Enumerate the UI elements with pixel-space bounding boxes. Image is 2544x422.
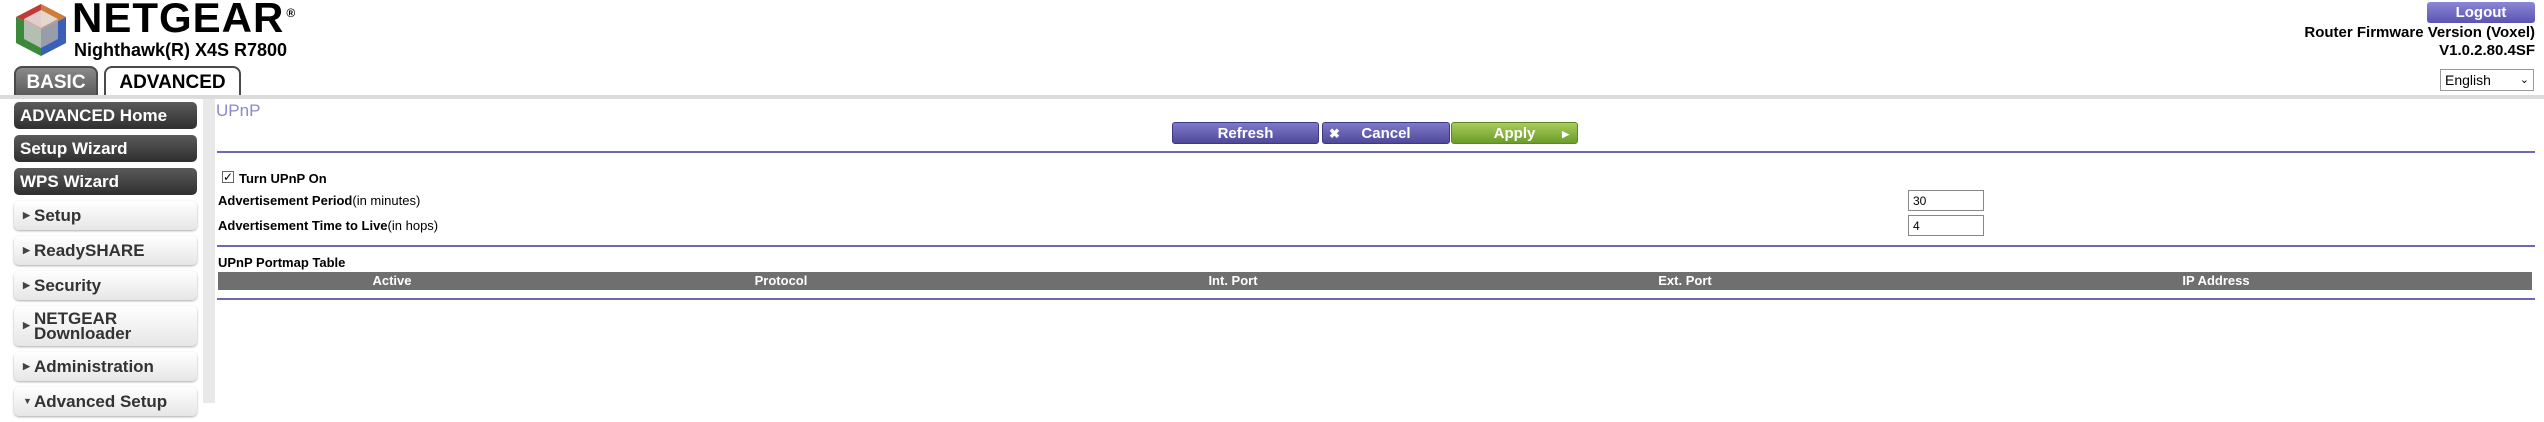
language-value: English (2445, 72, 2491, 88)
column-header-ip-address: IP Address (2182, 273, 2250, 288)
section-divider (217, 298, 2535, 300)
header-divider (0, 95, 2544, 99)
advertisement-period-label: Advertisement Period(in minutes) (218, 193, 420, 208)
sidebar-section-advanced-setup[interactable]: ▼ Advanced Setup (14, 387, 197, 416)
sidebar-section-readyshare[interactable]: ▶ ReadySHARE (14, 236, 197, 265)
caret-right-icon: ▶ (23, 210, 30, 220)
tab-advanced[interactable]: ADVANCED (104, 66, 241, 97)
turn-upnp-on-label: Turn UPnP On (239, 171, 327, 186)
refresh-button[interactable]: Refresh (1172, 122, 1319, 144)
sidebar-section-label: ReadySHARE (34, 241, 145, 260)
cancel-button[interactable]: ✖ Cancel (1322, 122, 1450, 144)
portmap-table-title: UPnP Portmap Table (218, 255, 346, 270)
caret-right-icon: ▶ (23, 245, 30, 255)
caret-right-icon: ▶ (23, 280, 30, 290)
language-select[interactable]: English ⌄ (2440, 69, 2534, 91)
sidebar-section-setup[interactable]: ▶ Setup (14, 201, 197, 230)
sidebar-item-wps-wizard[interactable]: WPS Wizard (14, 168, 197, 195)
sidebar-section-label: Setup (34, 206, 82, 225)
firmware-label: Router Firmware Version (Voxel) (2304, 24, 2535, 41)
sidebar-section-netgear-downloader[interactable]: ▶ NETGEAR Downloader (14, 306, 197, 346)
firmware-version: V1.0.2.80.4SF (2439, 42, 2535, 59)
page-title: UPnP (216, 101, 261, 120)
turn-upnp-on-checkbox[interactable]: ✓ (222, 171, 234, 183)
sidebar-section-administration[interactable]: ▶ Administration (14, 352, 197, 381)
column-header-ext-port: Ext. Port (1658, 273, 1712, 288)
sidebar-item-advanced-home[interactable]: ADVANCED Home (14, 102, 197, 129)
logout-button[interactable]: Logout (2427, 2, 2535, 23)
brand-name: NETGEAR ® (72, 0, 297, 41)
column-header-int-port: Int. Port (1208, 273, 1258, 288)
sidebar-item-setup-wizard[interactable]: Setup Wizard (14, 135, 197, 162)
column-header-active: Active (372, 273, 412, 288)
sidebar-section-label: Advanced Setup (34, 392, 168, 411)
column-header-protocol: Protocol (754, 273, 808, 288)
apply-button[interactable]: Apply ▶ (1451, 122, 1578, 144)
netgear-logo-icon (16, 4, 66, 56)
sidebar-section-security[interactable]: ▶ Security (14, 271, 197, 300)
section-divider (217, 245, 2535, 247)
advertisement-ttl-unit: (in hops) (387, 218, 439, 233)
advertisement-ttl-title: Advertisement Time to Live (218, 218, 388, 233)
caret-down-icon: ▼ (23, 396, 32, 406)
portmap-table-header: Active Protocol Int. Port Ext. Port IP A… (218, 272, 2532, 290)
router-model: Nighthawk(R) X4S R7800 (74, 40, 288, 60)
play-arrow-icon: ▶ (1562, 129, 1569, 139)
cancel-label: Cancel (1361, 125, 1411, 142)
apply-label: Apply (1493, 125, 1536, 142)
tab-basic[interactable]: BASIC (14, 66, 98, 95)
caret-right-icon: ▶ (23, 361, 30, 371)
advertisement-ttl-label: Advertisement Time to Live(in hops) (218, 218, 438, 233)
sidebar-section-label: NETGEAR Downloader (34, 309, 132, 343)
sidebar: ADVANCED Home Setup Wizard WPS Wizard ▶ … (14, 102, 197, 422)
advertisement-period-title: Advertisement Period (218, 193, 353, 208)
sidebar-section-label: Security (34, 276, 102, 295)
sidebar-section-label: Administration (34, 357, 154, 376)
content-divider (203, 99, 215, 403)
close-icon: ✖ (1329, 126, 1340, 141)
advertisement-period-input[interactable] (1908, 190, 1984, 211)
chevron-down-icon: ⌄ (2519, 74, 2529, 86)
advertisement-period-unit: (in minutes) (352, 193, 421, 208)
advertisement-ttl-input[interactable] (1908, 215, 1984, 236)
caret-right-icon: ▶ (23, 320, 30, 330)
section-divider (217, 151, 2535, 153)
